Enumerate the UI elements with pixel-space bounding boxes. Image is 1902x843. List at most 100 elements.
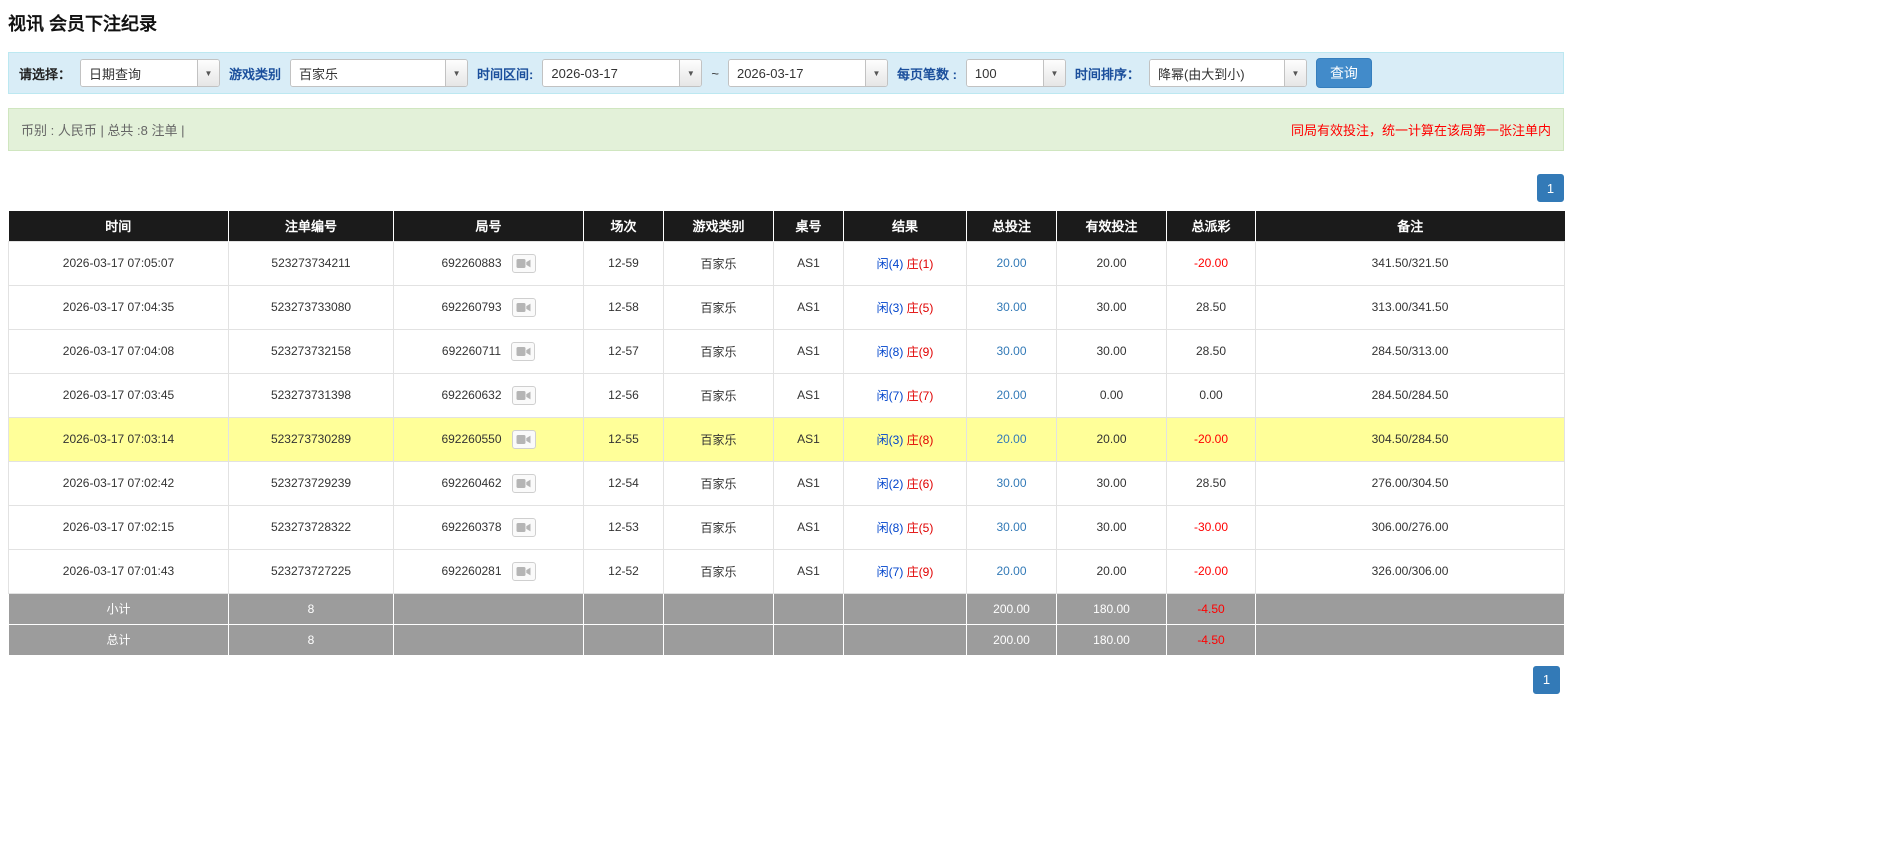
- game-type-input[interactable]: [291, 60, 446, 86]
- payout-value: 28.50: [1195, 476, 1227, 490]
- video-replay-button[interactable]: [511, 385, 536, 405]
- video-replay-button[interactable]: [511, 297, 536, 317]
- summary-label: 小计: [8, 592, 229, 625]
- cell-result: 闲(3) 庄(5): [843, 284, 967, 330]
- total-bet-link[interactable]: 20.00: [996, 432, 1026, 446]
- video-replay-button[interactable]: [511, 561, 536, 581]
- result-banker: 庄(7): [906, 388, 934, 403]
- round-number-text: 692260632: [441, 388, 502, 402]
- round-number-text: 692260793: [441, 300, 502, 314]
- date-to-input[interactable]: [728, 60, 865, 86]
- cell-bet-number: 523273730289: [228, 416, 394, 462]
- cell-bet-number: 523273732158: [228, 328, 394, 374]
- cell-round-number: 692260462: [393, 460, 584, 506]
- game-type-select[interactable]: ▼: [290, 59, 469, 87]
- summary-count: 8: [228, 592, 394, 625]
- cell-payout: -20.00: [1166, 416, 1256, 462]
- cell-valid-bet: 0.00: [1056, 372, 1167, 418]
- cell-round-number: 692260883: [393, 240, 584, 286]
- cell-valid-bet: 20.00: [1056, 548, 1167, 594]
- payout-value: 0.00: [1199, 388, 1223, 402]
- page-size-input[interactable]: [966, 60, 1043, 86]
- table-header: 时间 注单编号 局号 场次 游戏类别 桌号 结果 总投注 有效投注 总派彩 备注: [8, 211, 1565, 241]
- video-replay-button[interactable]: [511, 429, 536, 449]
- result-banker: 庄(5): [906, 300, 934, 315]
- page-size-dropdown-button[interactable]: ▼: [1042, 60, 1065, 86]
- cell-valid-bet: 20.00: [1056, 416, 1167, 462]
- search-button[interactable]: 查询: [1315, 58, 1372, 88]
- game-type-label: 游戏类别: [229, 66, 282, 82]
- cell-payout: 28.50: [1166, 284, 1256, 330]
- query-type-input[interactable]: [81, 60, 198, 86]
- time-range-label: 时间区间:: [477, 66, 534, 82]
- time-sort-select[interactable]: ▼: [1148, 59, 1307, 87]
- video-replay-icon: [516, 390, 531, 400]
- query-type-dropdown-button[interactable]: ▼: [197, 60, 220, 86]
- cell-session: 12-57: [583, 328, 664, 374]
- video-replay-button[interactable]: [511, 253, 536, 273]
- total-bet-link[interactable]: 20.00: [996, 256, 1026, 270]
- page-container: 视讯 会员下注纪录 请选择： ▼ 游戏类别 ▼ 时间区间: ▼ ~ ▼ 每页笔数…: [8, 0, 1565, 694]
- cell-round-number: 692260378: [393, 504, 584, 550]
- result-banker: 庄(6): [906, 476, 934, 491]
- summary-payout: -4.50: [1166, 592, 1256, 625]
- page-size-select[interactable]: ▼: [965, 59, 1066, 87]
- cell-bet-number: 523273727225: [228, 548, 394, 594]
- cell-round-number: 692260550: [393, 416, 584, 462]
- page-1-button[interactable]: 1: [1533, 665, 1560, 694]
- date-to-dropdown-button[interactable]: ▼: [864, 60, 887, 86]
- total-bet-link[interactable]: 30.00: [996, 520, 1026, 534]
- column-header: 游戏类别: [663, 211, 774, 241]
- date-from-input[interactable]: [543, 60, 680, 86]
- video-replay-icon: [516, 258, 531, 268]
- pagination-top: 1: [8, 174, 1564, 202]
- total-bet-link[interactable]: 30.00: [996, 344, 1026, 358]
- cell-valid-bet: 20.00: [1056, 240, 1167, 286]
- cell-result: 闲(2) 庄(6): [843, 460, 967, 506]
- video-replay-button[interactable]: [511, 341, 536, 361]
- result-banker: 庄(1): [906, 256, 934, 271]
- query-type-select[interactable]: ▼: [80, 59, 221, 87]
- total-bet-link[interactable]: 20.00: [996, 564, 1026, 578]
- cell-session: 12-52: [583, 548, 664, 594]
- summary-valid-bet: 180.00: [1056, 592, 1167, 625]
- cell-remark: 326.00/306.00: [1255, 548, 1565, 594]
- cell-game-type: 百家乐: [663, 416, 774, 462]
- cell-table-number: AS1: [773, 240, 844, 286]
- column-header: 有效投注: [1056, 211, 1167, 241]
- chevron-down-icon: ▼: [452, 68, 461, 78]
- video-replay-button[interactable]: [511, 517, 536, 537]
- video-replay-button[interactable]: [511, 473, 536, 493]
- column-header: 注单编号: [228, 211, 394, 241]
- result-player: 闲(8): [876, 344, 904, 359]
- cell-round-number: 692260793: [393, 284, 584, 330]
- table-row: 2026-03-17 07:05:07 523273734211 6922608…: [8, 240, 1565, 286]
- table-row: 2026-03-17 07:04:35 523273733080 6922607…: [8, 284, 1565, 330]
- page-1-button[interactable]: 1: [1537, 174, 1564, 202]
- video-replay-icon: [516, 522, 531, 532]
- date-from-dropdown-button[interactable]: ▼: [679, 60, 702, 86]
- cell-remark: 306.00/276.00: [1255, 504, 1565, 550]
- cell-time: 2026-03-17 07:03:14: [8, 416, 229, 462]
- summary-payout: -4.50: [1166, 623, 1256, 656]
- date-to-select[interactable]: ▼: [727, 59, 888, 87]
- cell-session: 12-58: [583, 284, 664, 330]
- total-bet-link[interactable]: 30.00: [996, 476, 1026, 490]
- cell-session: 12-53: [583, 504, 664, 550]
- cell-valid-bet: 30.00: [1056, 284, 1167, 330]
- date-from-select[interactable]: ▼: [542, 59, 703, 87]
- column-header: 总投注: [966, 211, 1057, 241]
- game-type-dropdown-button[interactable]: ▼: [445, 60, 468, 86]
- video-replay-icon: [516, 434, 531, 444]
- round-number-text: 692260281: [441, 564, 502, 578]
- time-sort-dropdown-button[interactable]: ▼: [1283, 60, 1306, 86]
- summary-total-bet: 200.00: [966, 623, 1057, 656]
- cell-payout: -30.00: [1166, 504, 1256, 550]
- cell-total-bet: 30.00: [966, 328, 1057, 374]
- time-sort-input[interactable]: [1149, 60, 1284, 86]
- total-bet-link[interactable]: 20.00: [996, 388, 1026, 402]
- chevron-down-icon: ▼: [1050, 68, 1059, 78]
- payout-value: -20.00: [1193, 564, 1229, 578]
- total-bet-link[interactable]: 30.00: [996, 300, 1026, 314]
- round-number-text: 692260883: [441, 256, 502, 270]
